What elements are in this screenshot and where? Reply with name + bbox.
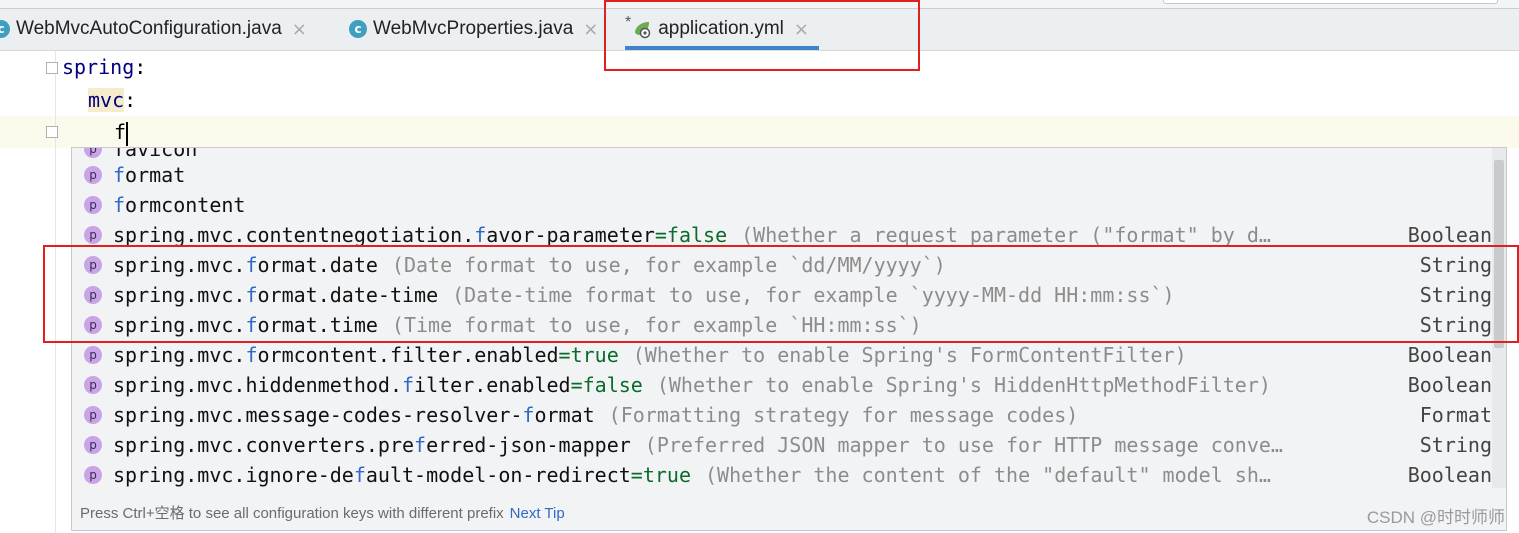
completion-item-default: =true (630, 463, 691, 487)
tab-label: WebMvcProperties.java (373, 18, 574, 39)
completion-item-type: String (1419, 283, 1492, 307)
property-icon: p (84, 148, 102, 158)
completion-item[interactable]: p spring.mvc.format.time (Time format to u… (72, 310, 1492, 340)
completion-item-description: (Whether to enable Spring's HiddenHttpMe… (656, 373, 1271, 397)
tab-application-yml[interactable]: * application.yml × (625, 12, 819, 50)
completion-item-type: String (1419, 253, 1492, 277)
completion-item[interactable]: p formcontent (72, 190, 1492, 220)
java-class-icon: c (349, 20, 367, 38)
completion-item[interactable]: p spring.mvc.formcontent.filter.enabled =t… (72, 340, 1492, 370)
completion-item-name: spring.mvc.format.date-time (113, 283, 439, 307)
completion-item-type: String (1419, 433, 1492, 457)
property-icon: p (84, 196, 102, 214)
completion-item-type: Boolean (1407, 463, 1492, 487)
java-class-icon: c (0, 20, 10, 38)
fold-end-icon[interactable] (46, 126, 58, 138)
modified-marker: * (625, 14, 632, 31)
completion-item[interactable]: p spring.mvc.message-codes-resolver-forma… (72, 400, 1492, 430)
completion-item-default: =false (570, 373, 643, 397)
property-icon: p (84, 226, 102, 244)
completion-item-type: Format (1419, 403, 1492, 427)
property-icon: p (84, 286, 102, 304)
yaml-key: mvc (88, 88, 125, 112)
code-line-3: f (114, 116, 129, 149)
completion-item-name: spring.mvc.format.time (113, 313, 378, 337)
code-line-2: mvc: (88, 88, 137, 112)
completion-item-type: Boolean (1407, 223, 1492, 247)
completion-item[interactable]: p spring.mvc.format.date-time (Date-time f… (72, 280, 1492, 310)
completion-item[interactable]: p spring.mvc.converters.preferred-json-ma… (72, 430, 1492, 460)
completion-item[interactable]: p spring.mvc.hiddenmethod.filter.enabled =… (72, 370, 1492, 400)
fold-start-icon[interactable] (46, 62, 58, 74)
property-icon: p (84, 316, 102, 334)
completion-item-name: spring.mvc.converters.preferred-json-map… (113, 433, 631, 457)
completion-item-type: Boolean (1407, 343, 1492, 367)
property-icon: p (84, 436, 102, 454)
next-tip-link[interactable]: Next Tip (510, 505, 565, 522)
completion-item-default: =true (558, 343, 619, 367)
completion-item[interactable]: p spring.mvc.ignore-default-model-on-redi… (72, 460, 1492, 490)
property-icon: p (84, 376, 102, 394)
completion-item-name: spring.mvc.formcontent.filter.enabled (113, 343, 559, 367)
property-icon: p (84, 256, 102, 274)
property-icon: p (84, 346, 102, 364)
footer-hint: Press Ctrl+空格 to see all configuration k… (80, 505, 504, 522)
completion-item-description: (Whether a request parameter ("format" b… (741, 223, 1271, 247)
completion-item-description: (Date format to use, for example `dd/MM/… (391, 253, 946, 277)
property-icon: p (84, 466, 102, 484)
text-cursor (126, 121, 129, 146)
gutter-divider (55, 51, 56, 533)
yaml-key: spring (62, 55, 135, 79)
completion-item-description: (Time format to use, for example `HH:mm:… (391, 313, 922, 337)
scrollbar-thumb[interactable] (1494, 160, 1504, 348)
code-line-1: spring: (62, 55, 147, 79)
completion-item-description: (Formatting strategy for message codes) (608, 403, 1079, 427)
completion-popup: p favicon p format p formcontent p spring.mvc… (71, 147, 1507, 531)
completion-item-name: spring.mvc.contentnegotiation.favor-para… (113, 223, 655, 247)
completion-item-name: formcontent (113, 193, 246, 217)
yml-file-icon (632, 19, 652, 39)
property-icon: p (84, 406, 102, 424)
completion-item-type: Boolean (1407, 373, 1492, 397)
completion-item-description: (Whether the content of the "default" mo… (705, 463, 1271, 487)
completion-item-name: format (113, 163, 186, 187)
completion-footer: Press Ctrl+空格 to see all configuration k… (80, 502, 565, 523)
completion-item-name: spring.mvc.format.date (113, 253, 378, 277)
completion-item[interactable]: p spring.mvc.contentnegotiation.favor-par… (72, 220, 1492, 250)
completion-item-description: (Preferred JSON mapper to use for HTTP m… (644, 433, 1283, 457)
close-icon[interactable]: × (583, 19, 598, 40)
completion-item[interactable]: p format (72, 160, 1492, 190)
completion-item-description: (Whether to enable Spring's FormContentF… (632, 343, 1187, 367)
tab-label: WebMvcAutoConfiguration.java (16, 18, 282, 39)
completion-item-name: spring.mvc.hiddenmethod.filter.enabled (113, 373, 571, 397)
completion-item-description: (Date-time format to use, for example `y… (452, 283, 1175, 307)
completion-item-name: spring.mvc.message-codes-resolver-format (113, 403, 595, 427)
watermark: CSDN @时时师师 (1366, 508, 1505, 527)
completion-item[interactable]: p spring.mvc.format.date (Date format to u… (72, 250, 1492, 280)
close-icon[interactable]: × (794, 19, 809, 40)
completion-item-default: =false (654, 223, 728, 247)
search-box[interactable] (1163, 0, 1498, 4)
close-icon[interactable]: × (292, 19, 307, 40)
tab-webmvcautoconfiguration[interactable]: c WebMvcAutoConfiguration.java × (0, 12, 307, 46)
typed-text: f (114, 120, 127, 144)
popup-scrollbar[interactable] (1492, 148, 1506, 488)
editor-tab-bar: c WebMvcAutoConfiguration.java × c WebMv… (0, 0, 1519, 51)
tab-webmvcproperties[interactable]: c WebMvcProperties.java × (349, 12, 598, 46)
completion-item-name: spring.mvc.ignore-default-model-on-redir… (113, 463, 631, 487)
current-line-highlight (0, 116, 1519, 148)
completion-item-type: String (1419, 313, 1492, 337)
property-icon: p (84, 166, 102, 184)
tab-label: application.yml (658, 18, 784, 39)
